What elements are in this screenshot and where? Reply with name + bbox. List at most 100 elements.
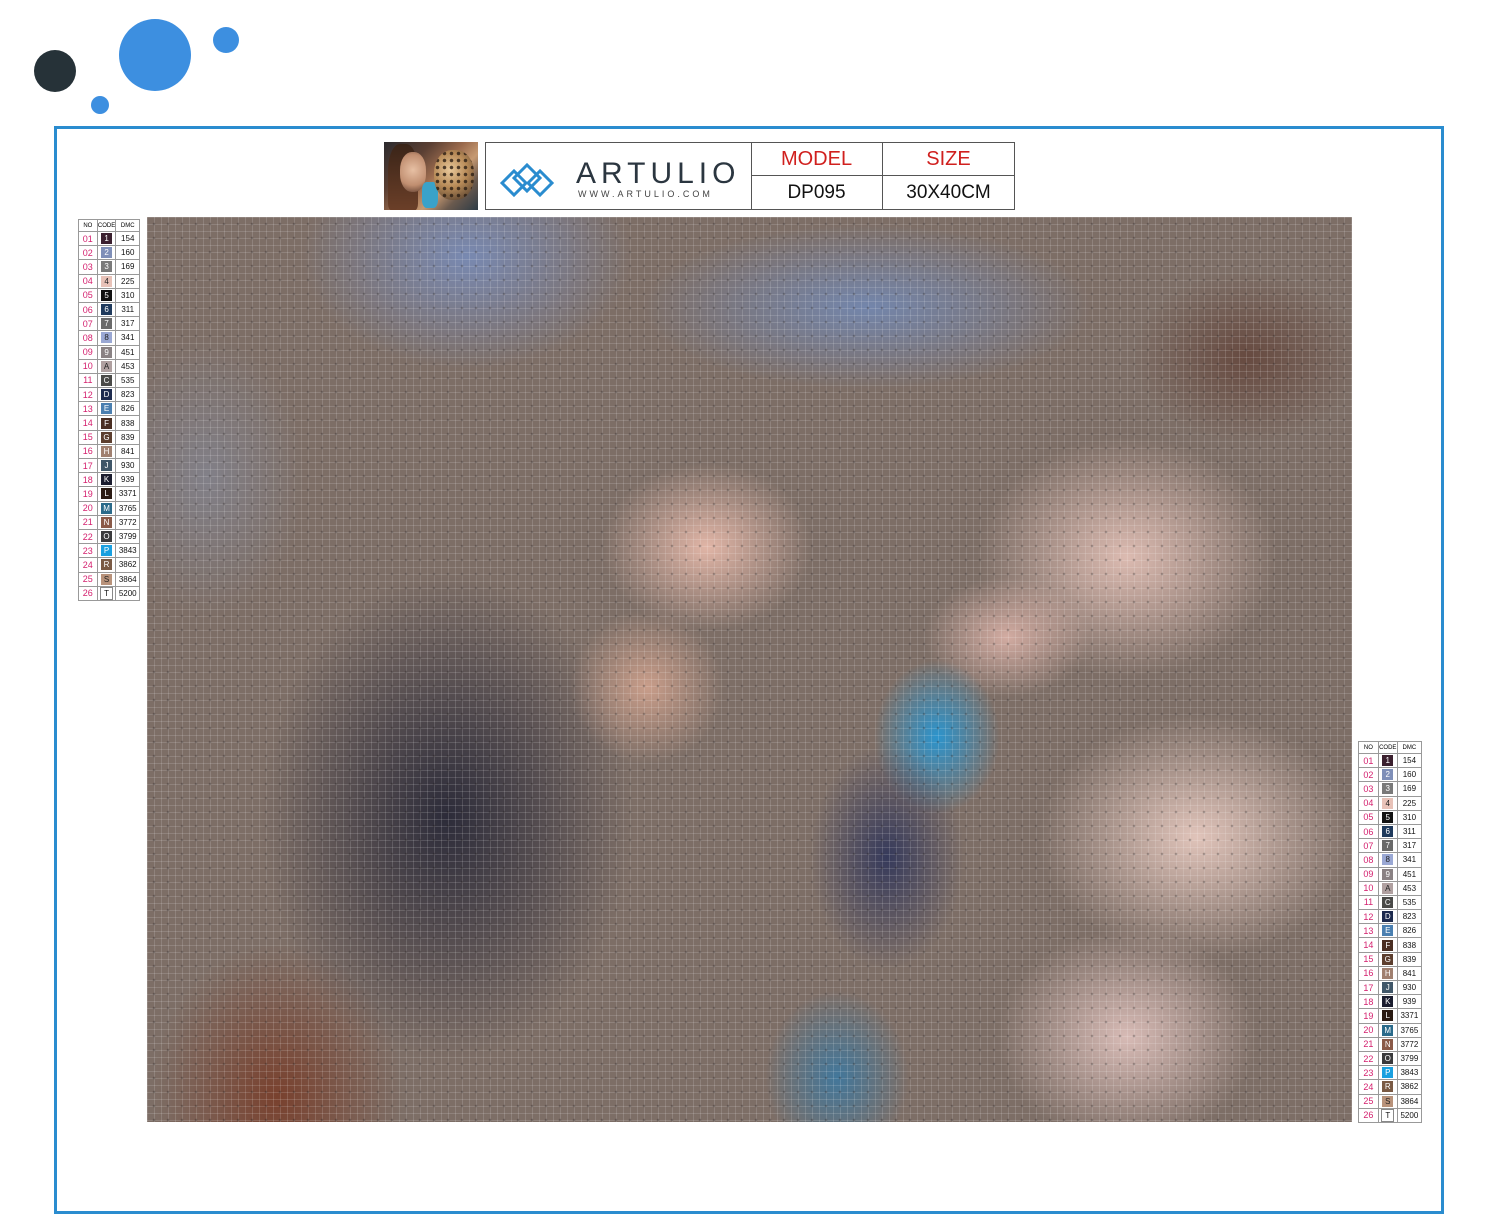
legend-number: 13	[1358, 923, 1379, 939]
legend-dmc: 451	[1396, 866, 1423, 882]
legend-code: R	[96, 557, 117, 573]
legend-dmc: 841	[115, 443, 140, 460]
color-swatch: G	[101, 431, 113, 443]
legend-code: R	[1377, 1079, 1398, 1095]
legend-code: H	[96, 443, 117, 460]
legend-dmc: 3843	[1396, 1065, 1423, 1081]
color-swatch: 7	[101, 318, 113, 330]
brand-name: ARTULIO	[576, 157, 741, 190]
legend-row: 12 D 823	[78, 387, 140, 403]
legend-row: 08 8 341	[78, 330, 140, 346]
legend-number: 23	[1358, 1065, 1379, 1081]
legend-code: O	[1377, 1050, 1398, 1067]
color-swatch: O	[1382, 1053, 1394, 1065]
legend-row: 23 P 3843	[1358, 1065, 1423, 1081]
legend-number: 03	[78, 259, 98, 275]
legend-row: 18 K 939	[78, 472, 140, 488]
legend-number: 02	[78, 245, 98, 261]
legend-dmc: 838	[115, 415, 140, 431]
legend-code: J	[96, 457, 117, 474]
legend-dmc: 453	[1396, 880, 1423, 896]
color-swatch: 6	[1382, 826, 1394, 838]
legend-number: 24	[1358, 1079, 1379, 1095]
legend-number: 19	[1358, 1008, 1379, 1024]
legend-header-code: CODE	[1377, 741, 1398, 754]
product-header: ARTULIO WWW.ARTULIO.COM MODEL SIZE DP095…	[485, 142, 1015, 210]
legend-number: 05	[78, 287, 98, 303]
legend-code: 8	[1377, 852, 1398, 868]
legend-row: 09 9 451	[1358, 866, 1423, 882]
legend-code: J	[1377, 979, 1398, 996]
legend-dmc: 3371	[1396, 1008, 1423, 1024]
legend-dmc: 3772	[115, 514, 140, 530]
legend-number: 04	[1358, 795, 1379, 811]
legend-number: 01	[78, 230, 98, 247]
legend-row: 07 7 317	[78, 316, 140, 332]
legend-code: 3	[96, 259, 117, 275]
legend-row: 25 S 3864	[1358, 1093, 1423, 1109]
color-swatch: T	[1381, 1108, 1395, 1122]
legend-header-code: CODE	[96, 219, 117, 232]
legend-dmc: 826	[115, 401, 140, 417]
legend-code: A	[1377, 880, 1398, 896]
color-swatch: K	[1382, 996, 1394, 1008]
legend-number: 14	[1358, 937, 1379, 953]
color-swatch: L	[1382, 1010, 1394, 1022]
legend-number: 25	[1358, 1093, 1379, 1109]
legend-number: 10	[78, 358, 98, 374]
legend-dmc: 453	[115, 358, 140, 374]
legend-row: 12 D 823	[1358, 909, 1423, 925]
color-swatch: 2	[101, 247, 113, 259]
legend-row: 05 5 310	[78, 287, 140, 303]
color-swatch: J	[101, 460, 113, 472]
legend-code: N	[96, 514, 117, 530]
legend-code: 2	[96, 245, 117, 261]
legend-dmc: 839	[1396, 951, 1423, 967]
color-swatch: H	[101, 445, 113, 457]
legend-row: 19 L 3371	[1358, 1008, 1423, 1024]
artulio-logo-icon	[499, 162, 555, 198]
legend-dmc: 169	[115, 259, 140, 275]
legend-dmc: 317	[1396, 838, 1423, 854]
color-swatch: 6	[101, 304, 113, 316]
legend-code: G	[1377, 951, 1398, 967]
color-swatch: R	[101, 559, 113, 571]
legend-header-dmc: DMC	[115, 219, 140, 232]
legend-code: T	[96, 585, 117, 601]
legend-header-dmc: DMC	[1396, 741, 1423, 754]
legend-row: 03 3 169	[78, 259, 140, 275]
legend-row: 20 M 3765	[78, 500, 140, 516]
legend-dmc: 3862	[1396, 1079, 1423, 1095]
legend-dmc: 3765	[1396, 1022, 1423, 1038]
legend-number: 07	[78, 316, 98, 332]
legend-number: 20	[1358, 1022, 1379, 1038]
legend-code: 5	[96, 287, 117, 303]
legend-row: 26 T 5200	[78, 585, 140, 601]
legend-row: 10 A 453	[1358, 880, 1423, 896]
color-swatch: 1	[101, 233, 113, 245]
legend-number: 06	[78, 301, 98, 318]
color-swatch: K	[101, 474, 113, 486]
legend-row: 18 K 939	[1358, 994, 1423, 1010]
legend-row: 15 G 839	[1358, 951, 1423, 967]
legend-number: 09	[78, 344, 98, 360]
color-swatch: N	[1382, 1038, 1394, 1050]
legend-row: 22 O 3799	[1358, 1050, 1423, 1067]
legend-code: 2	[1377, 767, 1398, 783]
legend-dmc: 838	[1396, 937, 1423, 953]
legend-row: 23 P 3843	[78, 543, 140, 559]
color-swatch: L	[101, 488, 113, 500]
legend-number: 21	[1358, 1036, 1379, 1052]
legend-dmc: 3799	[1396, 1050, 1423, 1067]
color-swatch: E	[101, 403, 113, 415]
legend-row: 13 E 826	[78, 401, 140, 417]
product-thumbnail	[384, 142, 478, 210]
color-swatch: 8	[1382, 854, 1394, 866]
legend-dmc: 930	[1396, 979, 1423, 996]
color-swatch: H	[1382, 967, 1394, 979]
model-value: DP095	[751, 176, 883, 209]
color-swatch: P	[1382, 1067, 1394, 1079]
legend-number: 03	[1358, 781, 1379, 797]
legend-code: D	[1377, 909, 1398, 925]
color-swatch: T	[100, 586, 114, 600]
